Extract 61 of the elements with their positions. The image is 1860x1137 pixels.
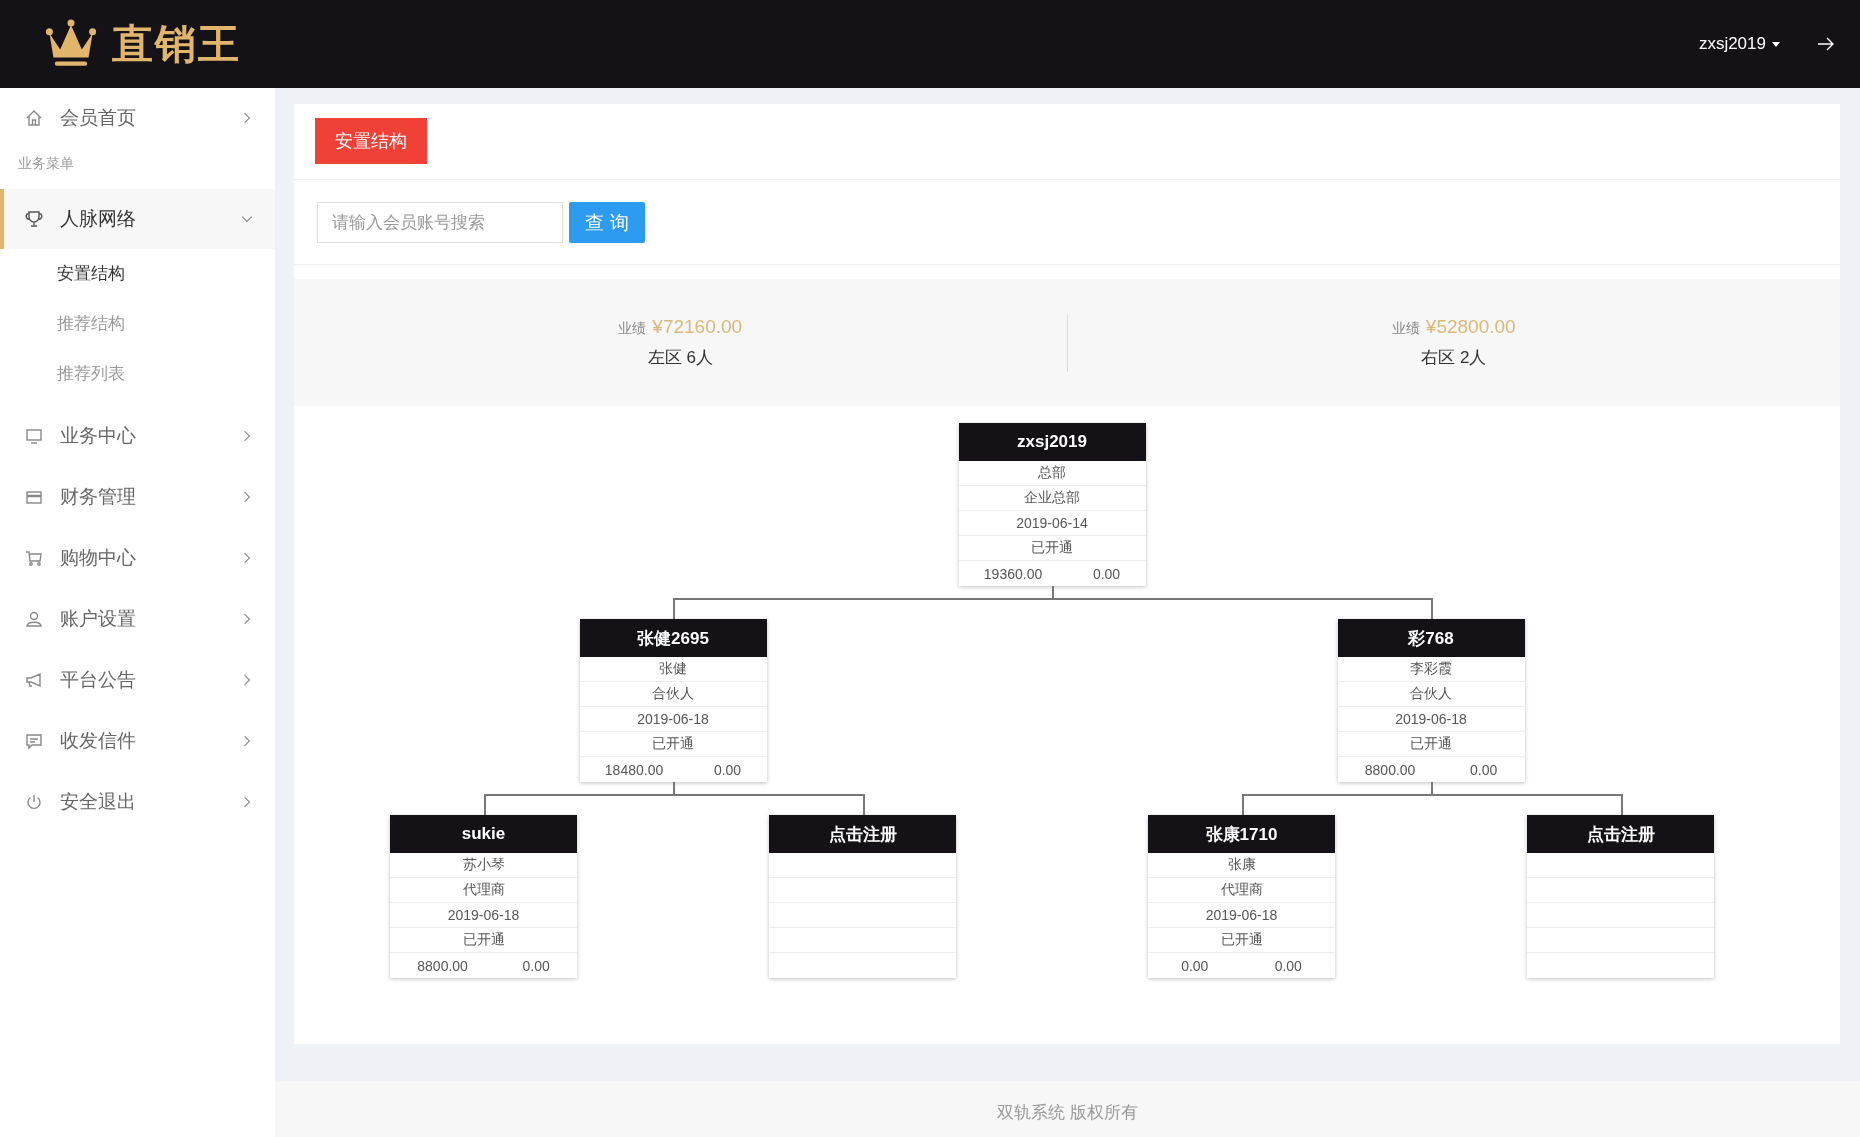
menu-item[interactable]: 账户设置 [0,588,275,649]
menu-item[interactable]: 人脉网络 [0,189,275,249]
menu-item[interactable]: 收发信件 [0,710,275,771]
member-title: sukie [390,815,577,853]
card-field: 合伙人 [1410,685,1452,703]
zone-count: 右区 2人 [1421,347,1487,369]
card-field: 0.00 [1274,957,1302,974]
card-field: 2019-06-18 [1395,711,1467,727]
card-field: 2019-06-18 [1205,907,1278,923]
member-title: 彩768 [1337,619,1525,657]
card-field: 0.00 [1181,957,1209,974]
stat-amount: ¥72160.00 [652,316,743,338]
card-field: 2019-06-14 [1016,515,1088,531]
zone-count: 左区 6人 [647,347,713,369]
menu-item[interactable]: 财务管理 [0,466,275,527]
card-field: 代理商 [462,881,505,899]
card-field: 已开通 [1031,539,1073,557]
member-title: zxsj2019 [958,423,1146,461]
card-field: 代理商 [1220,881,1263,899]
card-field: 8800.00 [1364,761,1416,778]
card-field: 已开通 [1220,931,1263,949]
card-field: 企业总部 [1024,489,1080,507]
card-field: 0.00 [522,957,550,974]
search-field[interactable]: 请输入会员账号搜索 [317,202,563,243]
stat-label: 业绩 [618,320,647,338]
stat-amount: ¥52800.00 [1425,316,1516,338]
user-menu[interactable]: zxsj2019 [1692,33,1786,55]
card-field: 张康 [1227,856,1256,874]
card-field: 0.00 [1469,761,1498,778]
copyright-text: 双轨系统 版权所有 [997,1101,1138,1124]
menu-item[interactable]: 安全退出 [0,771,275,832]
register-link[interactable]: 点击注册 [1527,815,1714,853]
menu-item[interactable]: 平台公告 [0,649,275,710]
member-title: 张康1710 [1148,815,1335,853]
card-field: 苏小琴 [462,856,505,874]
menu-item[interactable]: 购物中心 [0,527,275,588]
card-field: 合伙人 [652,685,694,703]
card-field: 已开通 [652,735,694,753]
section-label: 业务菜单 [17,154,75,173]
caret-icon [1772,41,1780,47]
card-field: 已开通 [1410,735,1452,753]
card-field: 2019-06-18 [447,907,520,923]
tab-button[interactable]: 安置结构 [315,118,427,164]
trophy-icon [24,209,44,229]
card-field: 18480.00 [604,761,664,778]
card-field: 总部 [1038,464,1066,482]
card-field: 2019-06-18 [637,711,709,727]
card-field: 0.00 [1092,565,1121,582]
submenu-item[interactable]: 安置结构 [0,249,275,299]
card-field: 8800.00 [417,957,468,974]
card-field: 已开通 [462,931,505,949]
card-field: 张健 [659,660,687,678]
register-link[interactable]: 点击注册 [769,815,956,853]
member-title: 张健2695 [579,619,767,657]
menu-item[interactable]: 会员首页 [0,88,275,147]
card-field: 李彩霞 [1410,660,1452,678]
stat-label: 业绩 [1391,320,1420,338]
card-field: 0.00 [713,761,742,778]
menu-item[interactable]: 业务中心 [0,405,275,466]
logo-text: 直销王 [112,19,241,69]
card-field: 19360.00 [983,565,1043,582]
